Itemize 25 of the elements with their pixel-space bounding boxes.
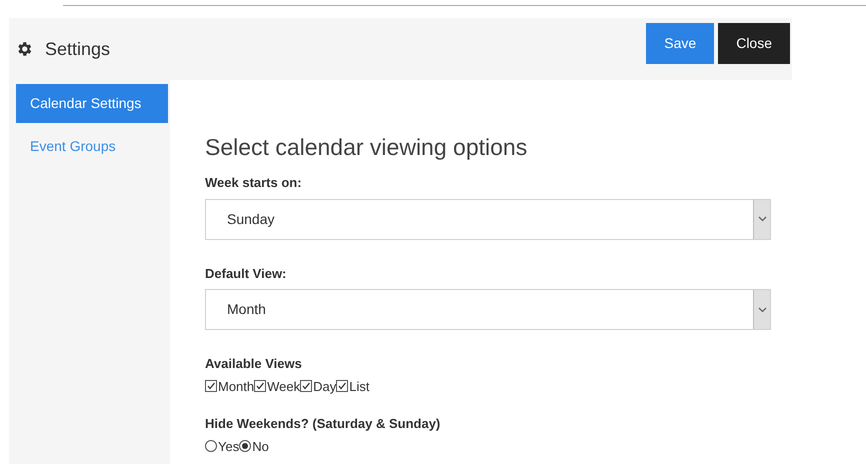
field-label: Default View: [205,264,288,282]
checkbox-label: Week [267,378,300,396]
checkbox[interactable] [300,380,312,392]
field-label: Hide Weekends? (Saturday & Sunday) [205,415,442,433]
dropdown-field[interactable]: Sunday [205,198,771,240]
checkbox-label: Month [218,378,254,396]
settings-title: Settings [45,38,110,61]
checkbox-label: List [349,378,370,396]
checkbox[interactable] [254,380,266,392]
close-button[interactable]: Close [718,23,790,64]
checkbox[interactable] [205,380,217,392]
sidebar-item[interactable]: Calendar Settings [16,84,168,123]
radio-button[interactable] [239,440,252,452]
chevron-down-icon [758,306,766,312]
save-button[interactable]: Save [646,23,714,64]
radio-label: Yes [218,438,240,456]
field-label: Available Views [205,355,303,373]
dropdown-field[interactable]: Month [205,289,771,330]
checkbox-label: Day [313,378,336,396]
radio-button[interactable] [205,440,217,452]
field-label: Week starts on: [205,174,303,192]
radio-label: No [252,438,269,456]
section-heading: Select calendar viewing options [205,133,528,161]
checkbox[interactable] [336,380,348,392]
chevron-down-icon [758,216,766,222]
